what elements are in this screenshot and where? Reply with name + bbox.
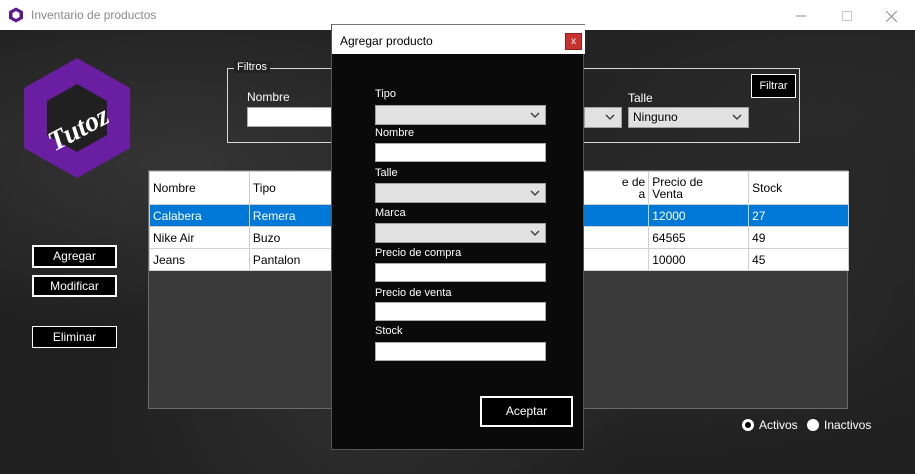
radio-checked-icon xyxy=(742,419,754,431)
cell-precio-venta[interactable]: 12000 xyxy=(648,204,750,227)
radio-inactivos[interactable]: Inactivos xyxy=(807,418,871,432)
filters-legend: Filtros xyxy=(234,61,270,73)
chevron-down-icon xyxy=(605,114,615,120)
chevron-down-icon xyxy=(732,114,742,120)
filter-talle-combo[interactable]: Ninguno xyxy=(628,107,749,128)
filter-talle-value: Ninguno xyxy=(633,110,678,124)
cell-precio-venta[interactable]: 10000 xyxy=(648,248,750,271)
precio-compra-label: Precio de compra xyxy=(375,247,462,259)
cell-stock[interactable]: 27 xyxy=(748,204,849,227)
cell-stock[interactable]: 49 xyxy=(748,226,849,249)
nombre-input[interactable] xyxy=(375,143,546,162)
dialog-title: Agregar producto xyxy=(340,34,433,48)
minimize-button[interactable] xyxy=(778,0,824,30)
accept-button[interactable]: Aceptar xyxy=(480,396,573,427)
minimize-icon xyxy=(796,15,806,17)
column-header-precio-venta[interactable]: Precio de Venta xyxy=(648,171,750,205)
radio-activos-label: Activos xyxy=(759,418,798,432)
tutoz-logo: Tutoz xyxy=(24,58,130,178)
chevron-down-icon xyxy=(530,190,540,196)
radio-inactivos-label: Inactivos xyxy=(824,418,872,432)
app-hexagon-icon xyxy=(9,7,23,23)
chevron-down-icon xyxy=(530,230,540,236)
column-header-stock[interactable]: Stock xyxy=(748,171,849,205)
talle-label: Talle xyxy=(375,167,398,179)
marca-combo[interactable] xyxy=(375,223,546,243)
maximize-button[interactable] xyxy=(824,0,870,30)
radio-unchecked-icon xyxy=(807,419,819,431)
tipo-combo[interactable] xyxy=(375,105,546,125)
filter-nombre-label: Nombre xyxy=(247,90,290,104)
window-title: Inventario de productos xyxy=(31,8,157,22)
cell-nombre[interactable]: Jeans xyxy=(149,248,250,271)
filter-button[interactable]: Filtrar xyxy=(751,74,796,98)
delete-button[interactable]: Eliminar xyxy=(32,326,117,348)
dialog-titlebar: Agregar producto x xyxy=(332,24,585,54)
precio-venta-label: Precio de venta xyxy=(375,287,452,299)
cell-precio-venta[interactable]: 64565 xyxy=(648,226,750,249)
column-header-nombre[interactable]: Nombre xyxy=(149,171,250,205)
chevron-down-icon xyxy=(530,112,540,118)
stock-input[interactable] xyxy=(375,342,546,361)
nombre-label: Nombre xyxy=(375,127,415,139)
filter-talle-label: Talle xyxy=(628,91,653,105)
radio-activos[interactable]: Activos xyxy=(742,418,798,432)
talle-combo[interactable] xyxy=(375,183,546,203)
add-button[interactable]: Agregar xyxy=(32,245,117,268)
marca-label: Marca xyxy=(375,207,406,219)
close-icon xyxy=(885,10,897,23)
cell-nombre[interactable]: Nike Air xyxy=(149,226,250,249)
dialog-close-button[interactable]: x xyxy=(565,33,582,50)
precio-venta-input[interactable] xyxy=(375,302,546,321)
filter-marca-combo[interactable] xyxy=(584,107,622,128)
stock-label: Stock xyxy=(375,325,403,337)
maximize-icon xyxy=(842,11,852,22)
modify-button[interactable]: Modificar xyxy=(32,275,117,297)
add-product-dialog: Agregar producto x Tipo Nombre Talle Mar… xyxy=(331,24,585,450)
precio-compra-input[interactable] xyxy=(375,263,546,282)
filter-nombre-input[interactable] xyxy=(247,107,337,127)
cell-stock[interactable]: 45 xyxy=(748,248,849,271)
tipo-label: Tipo xyxy=(375,88,396,100)
cell-nombre[interactable]: Calabera xyxy=(149,204,250,227)
window-close-button[interactable] xyxy=(868,0,914,30)
